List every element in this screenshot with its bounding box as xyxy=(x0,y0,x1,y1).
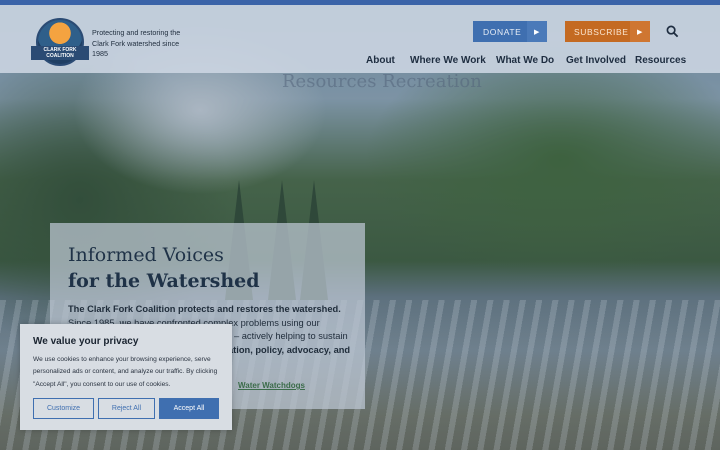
cookie-consent-dialog: We value your privacy We use cookies to … xyxy=(20,324,232,430)
reject-all-button[interactable]: Reject All xyxy=(98,398,155,419)
logo-text: CLARK FORK COALITION xyxy=(31,46,89,60)
search-icon[interactable] xyxy=(666,25,679,38)
accept-all-button[interactable]: Accept All xyxy=(159,398,219,419)
hero-title-line1: Informed Voices xyxy=(68,244,224,266)
donate-button[interactable]: DONATE ▶ xyxy=(473,21,547,42)
cookie-text: We use cookies to enhance your browsing … xyxy=(33,356,218,388)
water-watchdogs-link[interactable]: Water Watchdogs xyxy=(238,381,305,390)
nav-what-we-do[interactable]: What We Do xyxy=(496,55,554,66)
nav-get-involved[interactable]: Get Involved xyxy=(566,55,626,66)
arrow-right-icon: ▶ xyxy=(630,21,650,42)
nav-about[interactable]: About xyxy=(366,55,395,66)
hero-title: Informed Voices for the Watershed xyxy=(68,242,260,294)
hero-title-line2: for the Watershed xyxy=(68,270,260,292)
donate-label: DONATE xyxy=(483,26,522,37)
site-tagline: Protecting and restoring the Clark Fork … xyxy=(92,28,181,58)
site-header: CLARK FORK COALITION Protecting and rest… xyxy=(0,5,720,73)
cookie-title: We value your privacy xyxy=(33,336,139,347)
nav-resources[interactable]: Resources xyxy=(635,55,686,66)
customize-button[interactable]: Customize xyxy=(33,398,94,419)
subscribe-label: SUBSCRIBE xyxy=(574,26,629,37)
nav-where-we-work[interactable]: Where We Work xyxy=(410,55,486,66)
subscribe-button[interactable]: SUBSCRIBE ▶ xyxy=(565,21,650,42)
hero-body-bold: The Clark Fork Coalition protects and re… xyxy=(68,304,341,314)
arrow-right-icon: ▶ xyxy=(527,21,547,42)
